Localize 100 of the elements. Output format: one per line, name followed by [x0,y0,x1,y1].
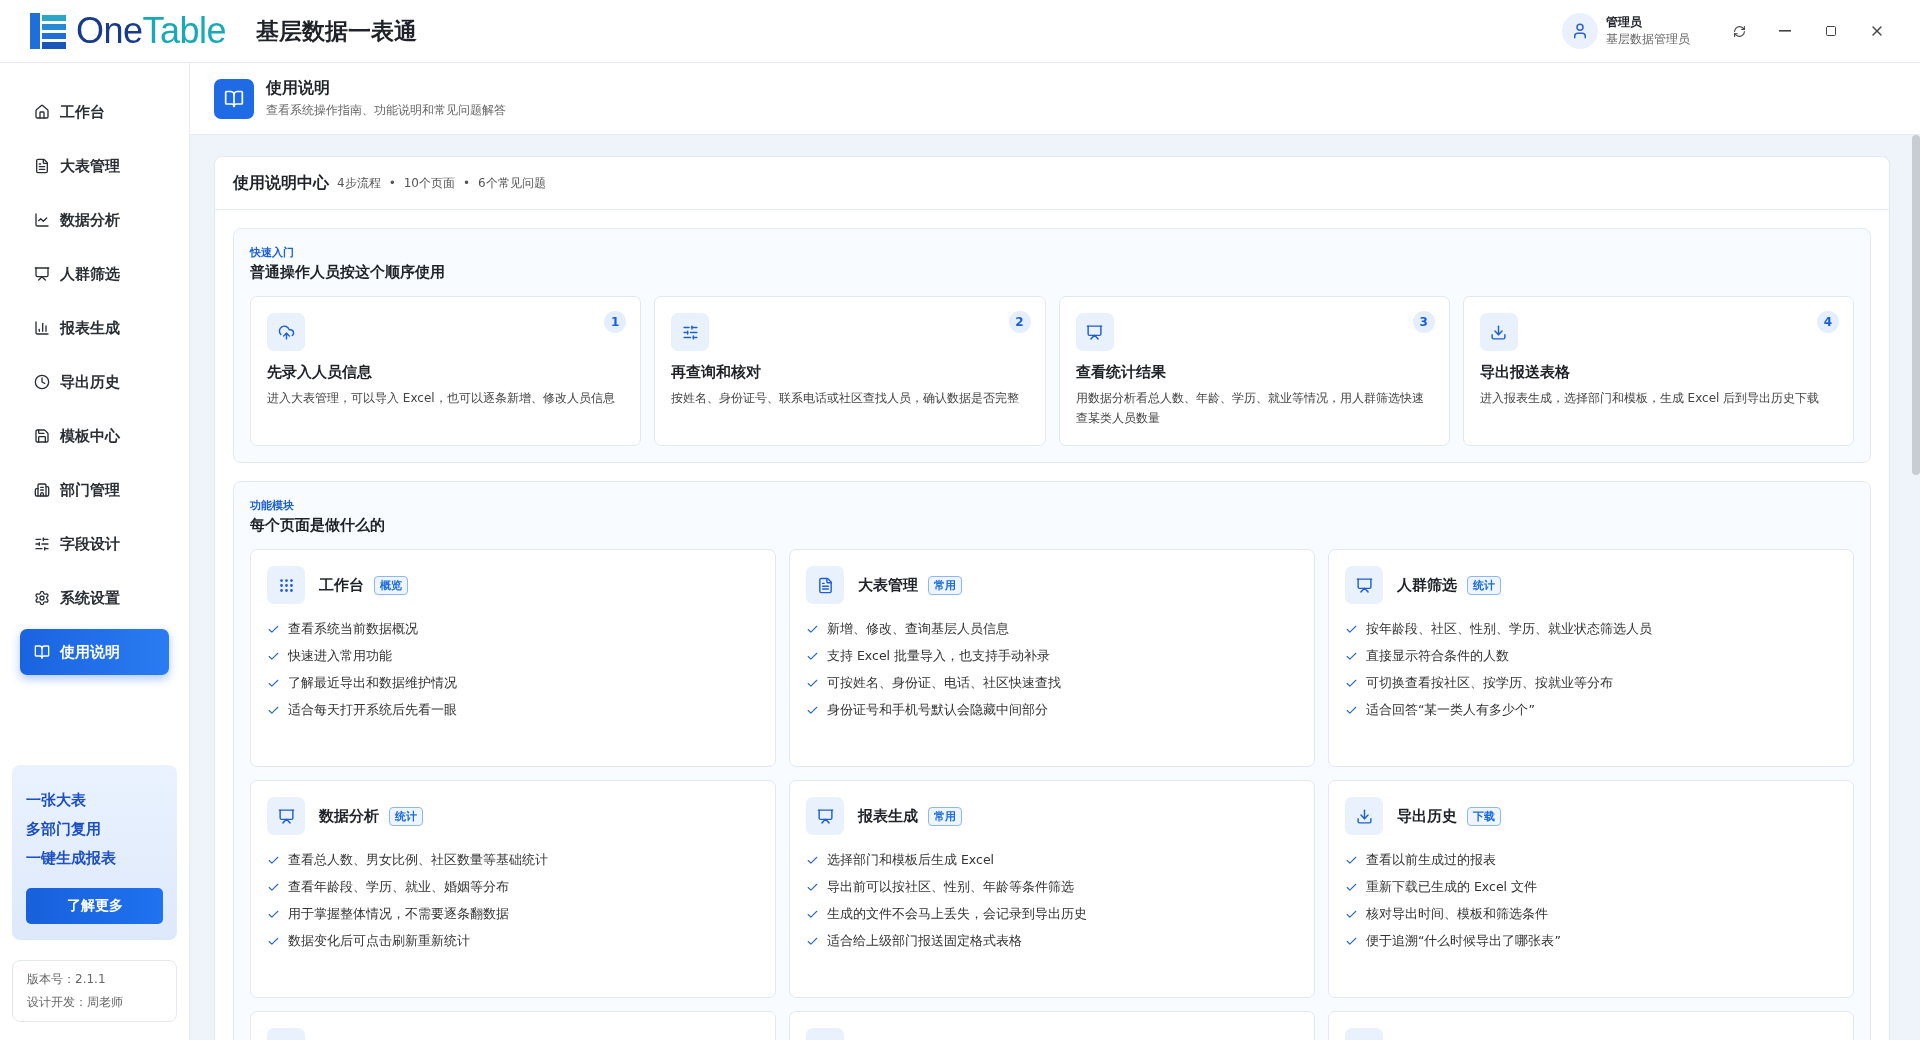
section-eyebrow: 功能模块 [250,498,295,513]
feature-text: 适合回答“某一类人有多少个” [1366,702,1535,719]
check-icon [267,908,280,921]
document-icon [34,158,50,174]
version-text: 设计开发：周老师 [27,994,124,1011]
module-title: 大表管理 [858,575,918,595]
nav-item[interactable]: 人群筛选 [20,251,169,297]
sliders-icon [671,313,710,351]
sliders-icon [34,536,50,552]
user-name: 管理员 [1606,14,1643,31]
module-tag: 下载 [1467,806,1501,826]
page-title: 使用说明 [266,78,331,99]
module-tag: 统计 [1467,575,1501,595]
scrollbar[interactable] [1912,135,1920,475]
stat-text: 10个页面 [403,174,455,192]
presentation-icon [267,797,305,835]
feature-text: 便于追溯“什么时候导出了哪张表” [1366,933,1561,950]
document-icon [806,566,844,604]
feature-text: 重新下载已生成的 Excel 文件 [1366,879,1538,896]
check-icon [267,650,280,663]
settings-icon [34,590,50,606]
module-tag: 常用 [928,806,962,826]
feature-text: 查看总人数、男女比例、社区数量等基础统计 [288,852,548,869]
check-icon [806,704,819,717]
cloud-upload-icon [267,313,305,351]
module-tag: 概览 [374,575,408,595]
step-description: 进入报表生成，选择部门和模板，生成 Excel 后到导出历史下载 [1479,390,1821,407]
check-icon [806,854,819,867]
module-tag: 常用 [928,575,962,595]
nav-item[interactable]: 报表生成 [20,305,169,351]
version-text: 版本号：2.1.1 [27,971,107,988]
learn-more-button[interactable]: 了解更多 [26,888,163,924]
check-icon [267,881,280,894]
feature-text: 查看以前生成过的报表 [1366,852,1496,869]
promo-text: 多部门复用 [26,819,102,840]
nav-item[interactable]: 系统设置 [20,575,169,621]
feature-text: 按年龄段、社区、性别、学历、就业状态筛选人员 [1366,621,1652,638]
minimize-icon [1779,30,1791,32]
check-icon [267,704,280,717]
check-icon [806,881,819,894]
user-avatar[interactable] [1562,13,1598,49]
logo-icon [28,11,68,51]
book-icon [214,78,254,119]
home-icon [34,104,50,120]
step-number: 3 [1412,311,1435,333]
step-title: 查看统计结果 [1075,363,1167,382]
download-icon [1345,797,1383,835]
module-title: 导出历史 [1397,806,1457,826]
step-number: 2 [1008,311,1031,333]
feature-text: 导出前可以按社区、性别、年龄等条件筛选 [827,879,1074,896]
feature-text: 用于掌握整体情况，不需要逐条翻数据 [288,906,509,923]
nav-item[interactable]: 导出历史 [20,359,169,405]
promo-text: 一张大表 [26,790,87,811]
check-icon [1345,623,1358,636]
check-icon [1345,908,1358,921]
module-title: 数据分析 [319,806,379,826]
grid-icon [267,566,305,604]
step-title: 导出报送表格 [1479,363,1571,382]
check-icon [806,935,819,948]
step-number: 1 [604,311,627,333]
bar-chart-icon [34,320,50,336]
section-title: 每个页面是做什么的 [250,516,386,535]
nav-item[interactable]: 字段设计 [20,521,169,567]
check-icon [267,677,280,690]
presentation-icon [34,266,50,282]
app-title: 基层数据一表通 [256,16,418,46]
presentation-icon [806,797,844,835]
feature-text: 可切换查看按社区、按学历、按就业等分布 [1366,675,1613,692]
nav-item[interactable]: 部门管理 [20,467,169,513]
step-title: 再查询和核对 [671,363,763,382]
nav-item[interactable]: 大表管理 [20,143,169,189]
feature-text: 选择部门和模板后生成 Excel [827,852,995,869]
nav-item[interactable]: 使用说明 [20,629,169,675]
nav-item[interactable]: 数据分析 [20,197,169,243]
nav-item[interactable]: 工作台 [20,89,169,135]
module-title: 工作台 [319,575,364,595]
card-title: 使用说明中心 [233,172,329,194]
check-icon [806,908,819,921]
feature-text: 数据变化后可点击刷新重新统计 [288,933,470,950]
stat-text: 6个常见问题 [478,174,546,192]
promo-text: 一键生成报表 [26,848,117,869]
building-icon [34,482,50,498]
clock-icon [34,374,50,390]
feature-text: 适合给上级部门报送固定格式表格 [827,933,1022,950]
check-icon [1345,935,1358,948]
feature-text: 核对导出时间、模板和筛选条件 [1366,906,1548,923]
separator-dot: • [388,176,396,190]
feature-text: 查看年龄段、学历、就业、婚姻等分布 [288,879,509,896]
stat-text: 4步流程 [337,174,381,192]
nav-item[interactable]: 模板中心 [20,413,169,459]
check-icon [1345,854,1358,867]
user-role: 基层数据管理员 [1606,31,1690,48]
module-title: 人群筛选 [1397,575,1457,595]
check-icon [267,935,280,948]
check-icon [806,623,819,636]
feature-text: 查看系统当前数据概况 [288,621,418,638]
check-icon [1345,881,1358,894]
check-icon [267,854,280,867]
feature-text: 快速进入常用功能 [288,648,392,665]
module-title: 报表生成 [858,806,918,826]
